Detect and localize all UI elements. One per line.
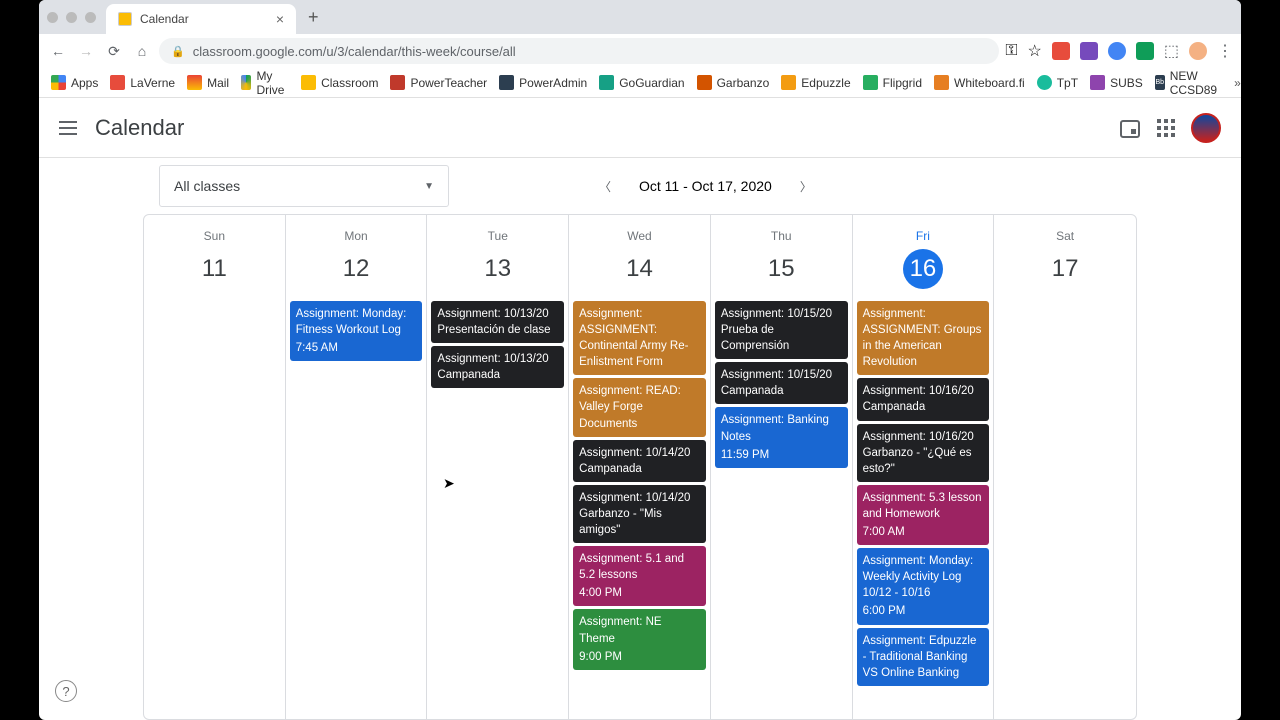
back-button[interactable]: ← — [47, 40, 69, 62]
ext-icon-2[interactable] — [1080, 42, 1098, 60]
home-button[interactable]: ⌂ — [131, 40, 153, 62]
calendar-event[interactable]: Assignment: 10/14/20 Garbanzo - "Mis ami… — [573, 485, 706, 543]
menu-button[interactable] — [59, 121, 77, 135]
toolbar: All classes ▼ 〈 Oct 11 - Oct 17, 2020 〉 — [39, 158, 1241, 214]
close-icon[interactable]: × — [276, 11, 284, 27]
ext-icon-1[interactable] — [1052, 42, 1070, 60]
day-name: Fri — [853, 229, 994, 243]
calendar-event[interactable]: Assignment: 5.1 and 5.2 lessons4:00 PM — [573, 546, 706, 606]
bookmark-tpt[interactable]: TpT — [1037, 75, 1078, 90]
ext-icon-4[interactable] — [1136, 42, 1154, 60]
cursor: ➤ — [443, 475, 455, 492]
prev-week-button[interactable]: 〈 — [599, 178, 611, 195]
bookmark-ccsd[interactable]: BbNEW CCSD89 — [1155, 69, 1222, 97]
help-button[interactable]: ? — [55, 680, 77, 702]
day-number: 12 — [336, 249, 376, 289]
day-column: Mon 12 Assignment: Monday: Fitness Workout… — [286, 215, 428, 719]
bookmark-mail[interactable]: Mail — [187, 75, 229, 90]
app-header: Calendar — [39, 98, 1241, 158]
dropdown-label: All classes — [174, 178, 240, 194]
bookmark-laverne[interactable]: LaVerne — [110, 75, 175, 90]
day-name: Mon — [286, 229, 427, 243]
calendar-event[interactable]: Assignment: 10/13/20 Presentación de cla… — [431, 301, 564, 343]
forward-button[interactable]: → — [75, 40, 97, 62]
day-column: Thu 15 Assignment: 10/15/20 Prueba de Comp… — [711, 215, 853, 719]
tab-title: Calendar — [140, 12, 268, 26]
calendar-event[interactable]: Assignment: READ: Valley Forge Documents — [573, 378, 706, 436]
traffic-lights[interactable] — [47, 12, 96, 23]
calendar-event[interactable]: Assignment: Banking Notes11:59 PM — [715, 407, 848, 467]
calendar-event[interactable]: Assignment: Monday: Weekly Activity Log … — [857, 548, 990, 624]
profile-icon[interactable] — [1189, 42, 1207, 60]
calendar-event[interactable]: Assignment: ASSIGNMENT: Groups in the Am… — [857, 301, 990, 375]
day-column: Sun 11 — [144, 215, 286, 719]
address-bar[interactable]: 🔒 classroom.google.com/u/3/calendar/this… — [159, 38, 999, 64]
day-number: 17 — [1045, 249, 1085, 289]
calendar-event[interactable]: Assignment: 10/16/20 Campanada — [857, 378, 990, 420]
calendar-grid: Sun 11 Mon 12 Assignment: Monday: Fitness Wo… — [143, 214, 1137, 720]
next-week-button[interactable]: 〉 — [800, 178, 812, 195]
bookmarks-overflow[interactable]: » — [1234, 76, 1241, 90]
calendar-event[interactable]: Assignment: ASSIGNMENT: Continental Army… — [573, 301, 706, 375]
calendar-event[interactable]: Assignment: 10/15/20 Prueba de Comprensi… — [715, 301, 848, 359]
menu-icon[interactable]: ⋮ — [1217, 41, 1233, 61]
day-number: 13 — [478, 249, 518, 289]
calendar-event[interactable]: Assignment: Monday: Fitness Workout Log7… — [290, 301, 423, 361]
calendar-event[interactable]: Assignment: 5.3 lesson and Homework7:00 … — [857, 485, 990, 545]
bookmark-garbanzo[interactable]: Garbanzo — [697, 75, 770, 90]
calendar-event[interactable]: Assignment: 10/13/20 Campanada — [431, 346, 564, 388]
chevron-down-icon: ▼ — [424, 181, 434, 192]
reload-button[interactable]: ⟳ — [103, 40, 125, 62]
bookmark-drive[interactable]: My Drive — [241, 69, 289, 97]
page-title: Calendar — [95, 115, 184, 141]
tab-favicon — [118, 12, 132, 26]
day-number: 15 — [761, 249, 801, 289]
bookmark-apps[interactable]: Apps — [51, 75, 98, 90]
lock-icon: 🔒 — [171, 45, 185, 58]
class-filter-dropdown[interactable]: All classes ▼ — [159, 165, 449, 207]
calendar-event[interactable]: Assignment: 10/15/20 Campanada — [715, 362, 848, 404]
browser-tab[interactable]: Calendar × — [106, 4, 296, 34]
calendar-event[interactable]: Assignment: Edpuzzle - Traditional Banki… — [857, 628, 990, 686]
day-number: 11 — [194, 249, 234, 289]
bookmark-subs[interactable]: SUBS — [1090, 75, 1143, 90]
day-column: Tue 13 Assignment: 10/13/20 Presentación d… — [427, 215, 569, 719]
day-column: Sat 17 — [994, 215, 1136, 719]
url-bar: ← → ⟳ ⌂ 🔒 classroom.google.com/u/3/calen… — [39, 34, 1241, 68]
day-column: Fri 16 Assignment: ASSIGNMENT: Groups in t… — [853, 215, 995, 719]
day-name: Thu — [711, 229, 852, 243]
bookmark-classroom[interactable]: Classroom — [301, 75, 378, 90]
today-icon[interactable] — [1119, 117, 1141, 139]
apps-icon[interactable] — [1157, 119, 1175, 137]
bookmark-powerteacher[interactable]: PowerTeacher — [390, 75, 487, 90]
calendar-event[interactable]: Assignment: 10/16/20 Garbanzo - "¿Qué es… — [857, 424, 990, 482]
extensions-icon[interactable]: ⬚ — [1164, 41, 1179, 61]
key-icon[interactable]: ⚿ — [1005, 42, 1017, 60]
date-range: Oct 11 - Oct 17, 2020 — [639, 178, 772, 194]
bookmark-poweradmin[interactable]: PowerAdmin — [499, 75, 587, 90]
bookmark-edpuzzle[interactable]: Edpuzzle — [781, 75, 850, 90]
calendar-event[interactable]: Assignment: NE Theme9:00 PM — [573, 609, 706, 669]
day-number: 14 — [619, 249, 659, 289]
bookmark-goguardian[interactable]: GoGuardian — [599, 75, 684, 90]
ext-icon-3[interactable] — [1108, 42, 1126, 60]
avatar[interactable] — [1191, 113, 1221, 143]
url-text: classroom.google.com/u/3/calendar/this-w… — [193, 44, 516, 59]
bookmark-flipgrid[interactable]: Flipgrid — [863, 75, 922, 90]
tab-bar: Calendar × + — [39, 0, 1241, 34]
new-tab-button[interactable]: + — [308, 7, 319, 28]
star-icon[interactable]: ☆ — [1028, 41, 1042, 61]
day-name: Sat — [994, 229, 1136, 243]
day-name: Tue — [427, 229, 568, 243]
day-number: 16 — [903, 249, 943, 289]
bookmarks-bar: Apps LaVerne Mail My Drive Classroom Pow… — [39, 68, 1241, 98]
day-name: Wed — [569, 229, 710, 243]
bookmark-whiteboard[interactable]: Whiteboard.fi — [934, 75, 1025, 90]
day-name: Sun — [144, 229, 285, 243]
day-column: Wed 14 Assignment: ASSIGNMENT: Continental… — [569, 215, 711, 719]
calendar-event[interactable]: Assignment: 10/14/20 Campanada — [573, 440, 706, 482]
